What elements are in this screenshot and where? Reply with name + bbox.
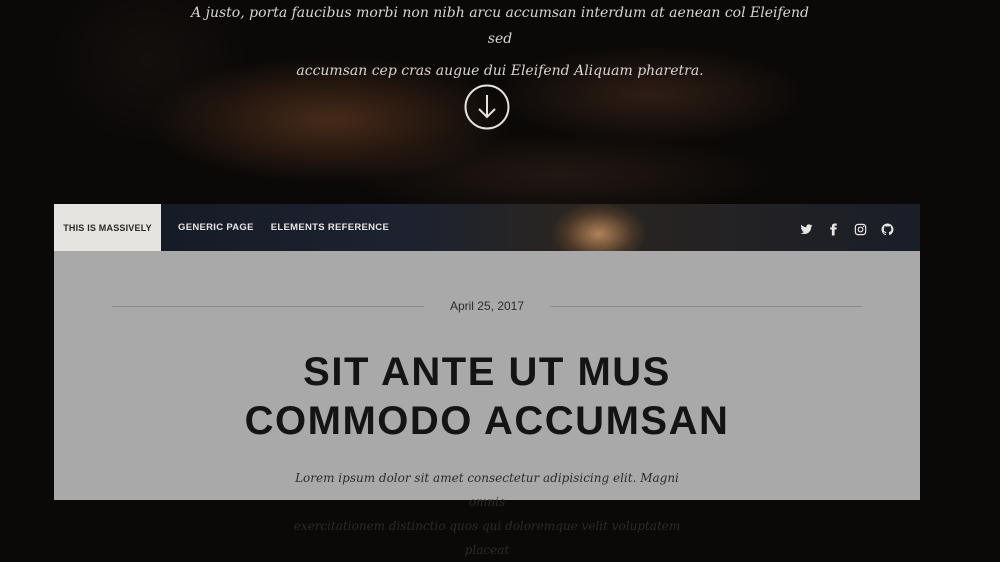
divider-left <box>112 305 424 307</box>
intro-section: A justo, porta faucibus morbi non nibh a… <box>0 0 1000 90</box>
facebook-icon[interactable] <box>827 221 840 236</box>
post-date-row: April 25, 2017 <box>112 298 862 314</box>
nav-brand-this-is-massively[interactable]: THIS IS MASSIVELY <box>54 204 161 251</box>
post-excerpt-line-2: exercitationem distinctio quos qui dolor… <box>293 519 681 557</box>
post-date: April 25, 2017 <box>449 299 525 313</box>
social-icons <box>800 204 894 251</box>
post-panel: April 25, 2017 SIT ANTE UT MUS COMMODO A… <box>54 251 920 557</box>
instagram-icon[interactable] <box>854 221 867 236</box>
nav-link-generic-page[interactable]: GENERIC PAGE <box>178 222 254 233</box>
post-title-line-1: SIT ANTE UT MUS <box>303 350 671 394</box>
post-title[interactable]: SIT ANTE UT MUS COMMODO ACCUMSAN <box>54 348 920 446</box>
nav-background-image <box>524 204 674 251</box>
post-title-line-2: COMMODO ACCUMSAN <box>244 399 730 443</box>
post-excerpt-line-1: Lorem ipsum dolor sit amet consectetur a… <box>295 471 679 509</box>
main-nav: THIS IS MASSIVELY GENERIC PAGE ELEMENTS … <box>54 204 920 251</box>
divider-right <box>550 305 862 307</box>
github-icon[interactable] <box>881 221 894 236</box>
twitter-icon[interactable] <box>800 221 813 235</box>
nav-link-elements-reference[interactable]: ELEMENTS REFERENCE <box>271 222 389 233</box>
intro-text-line-1: A justo, porta faucibus morbi non nibh a… <box>191 5 809 47</box>
circle-arrow-down-icon[interactable] <box>464 84 510 130</box>
post-excerpt: Lorem ipsum dolor sit amet consectetur a… <box>284 466 690 562</box>
